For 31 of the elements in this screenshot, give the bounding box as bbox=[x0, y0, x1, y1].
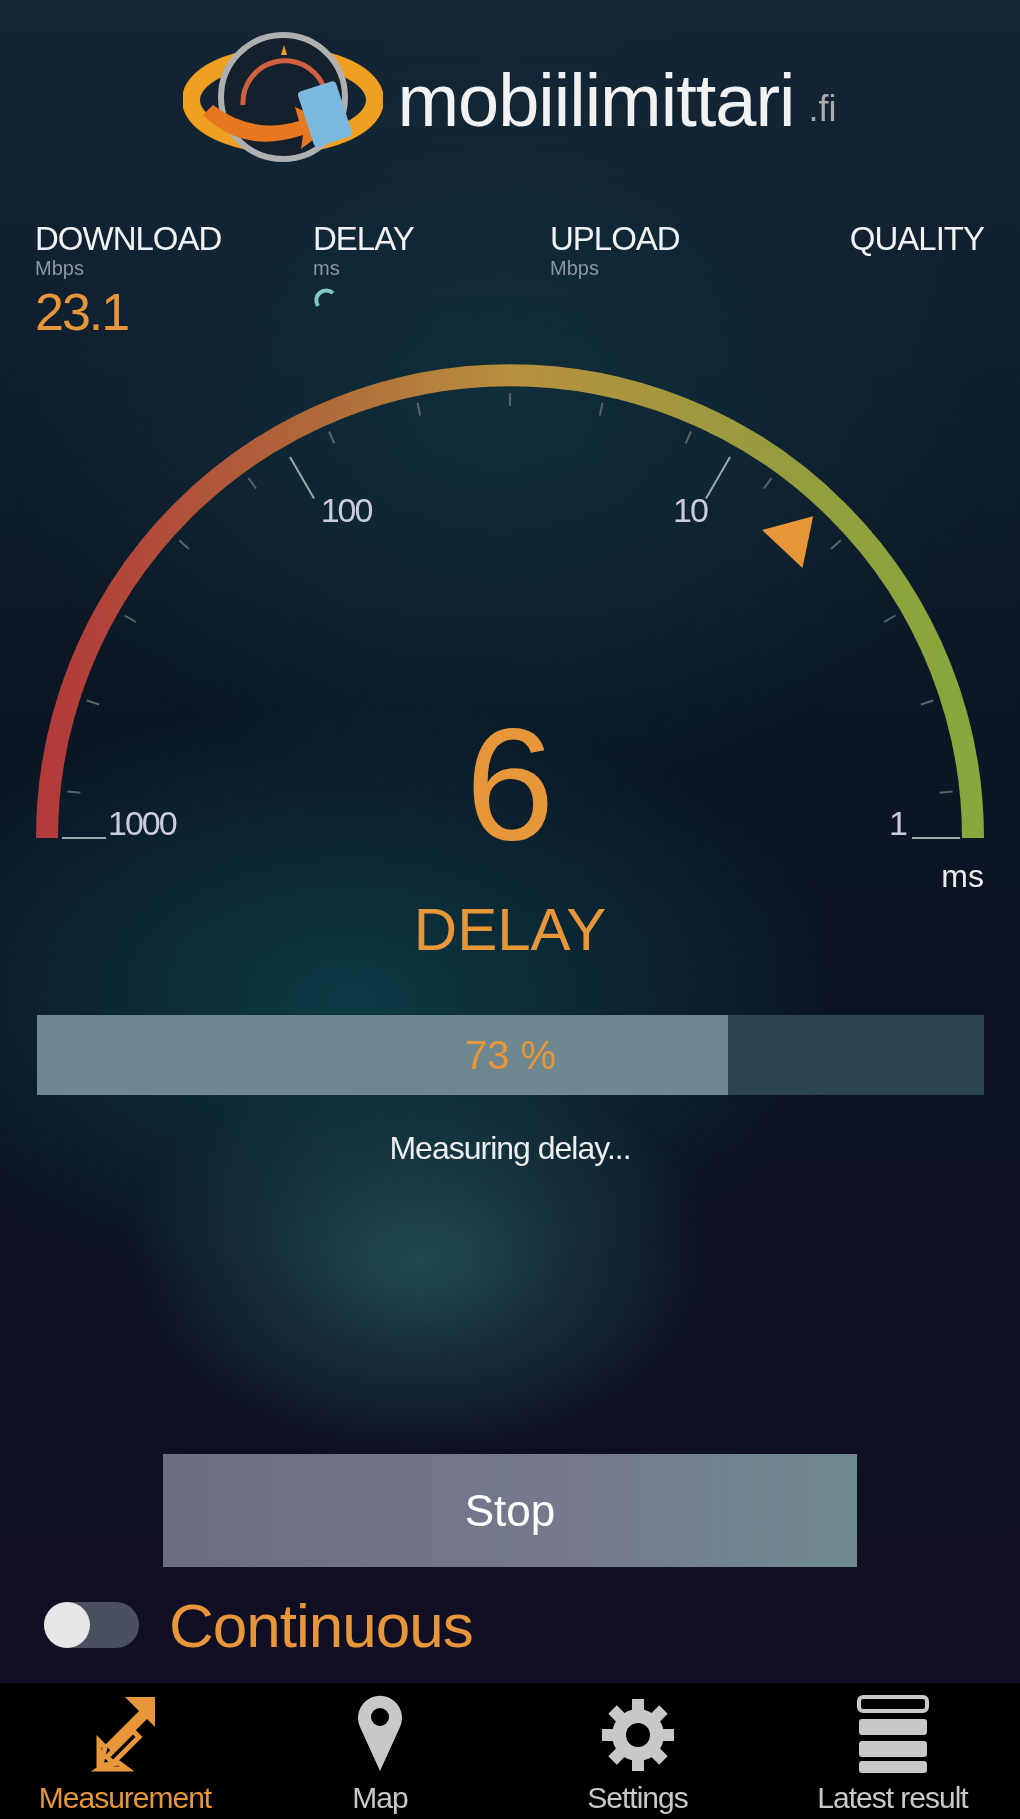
progress-label: 73 % bbox=[464, 1035, 557, 1075]
toggle-label: Continuous bbox=[169, 1589, 473, 1661]
nav-tab[interactable]: Latest result bbox=[765, 1683, 1020, 1819]
stop-button[interactable]: Stop bbox=[163, 1454, 857, 1567]
scale-label: 1 bbox=[889, 804, 908, 842]
metric-label: QUALITY bbox=[849, 220, 984, 258]
continuous-toggle[interactable] bbox=[44, 1602, 139, 1648]
metric-unit: Mbps bbox=[35, 258, 84, 278]
gauge-pointer bbox=[762, 516, 814, 569]
nav-tab[interactable]: Map bbox=[250, 1683, 510, 1819]
gauge-title: DELAY bbox=[413, 895, 607, 965]
metric-label: DOWNLOAD bbox=[35, 220, 222, 258]
gauge-reading: 6 bbox=[465, 694, 555, 873]
logo-text: mobiilimittari bbox=[397, 57, 795, 143]
nav-tab[interactable]: Settings bbox=[510, 1683, 765, 1819]
status-text: Measuring delay... bbox=[389, 1130, 631, 1167]
metric-label: UPLOAD bbox=[550, 220, 680, 258]
tick-mark bbox=[705, 455, 731, 500]
scale-label: 100 bbox=[320, 491, 372, 529]
metric-unit: Mbps bbox=[550, 258, 599, 278]
nav-tab[interactable]: Measurement bbox=[0, 1683, 250, 1819]
metric-value: 23.1 bbox=[35, 282, 129, 342]
tick-mark bbox=[911, 837, 961, 839]
logo-suffix: .fi bbox=[808, 88, 837, 130]
metric-unit: ms bbox=[313, 258, 340, 278]
scale-label: 10 bbox=[673, 491, 707, 529]
metric-label: DELAY bbox=[313, 220, 414, 258]
tick-mark bbox=[289, 455, 315, 500]
scale-label: 1000 bbox=[108, 804, 176, 842]
unit-label: ms bbox=[941, 858, 984, 894]
tick-mark bbox=[61, 837, 107, 839]
